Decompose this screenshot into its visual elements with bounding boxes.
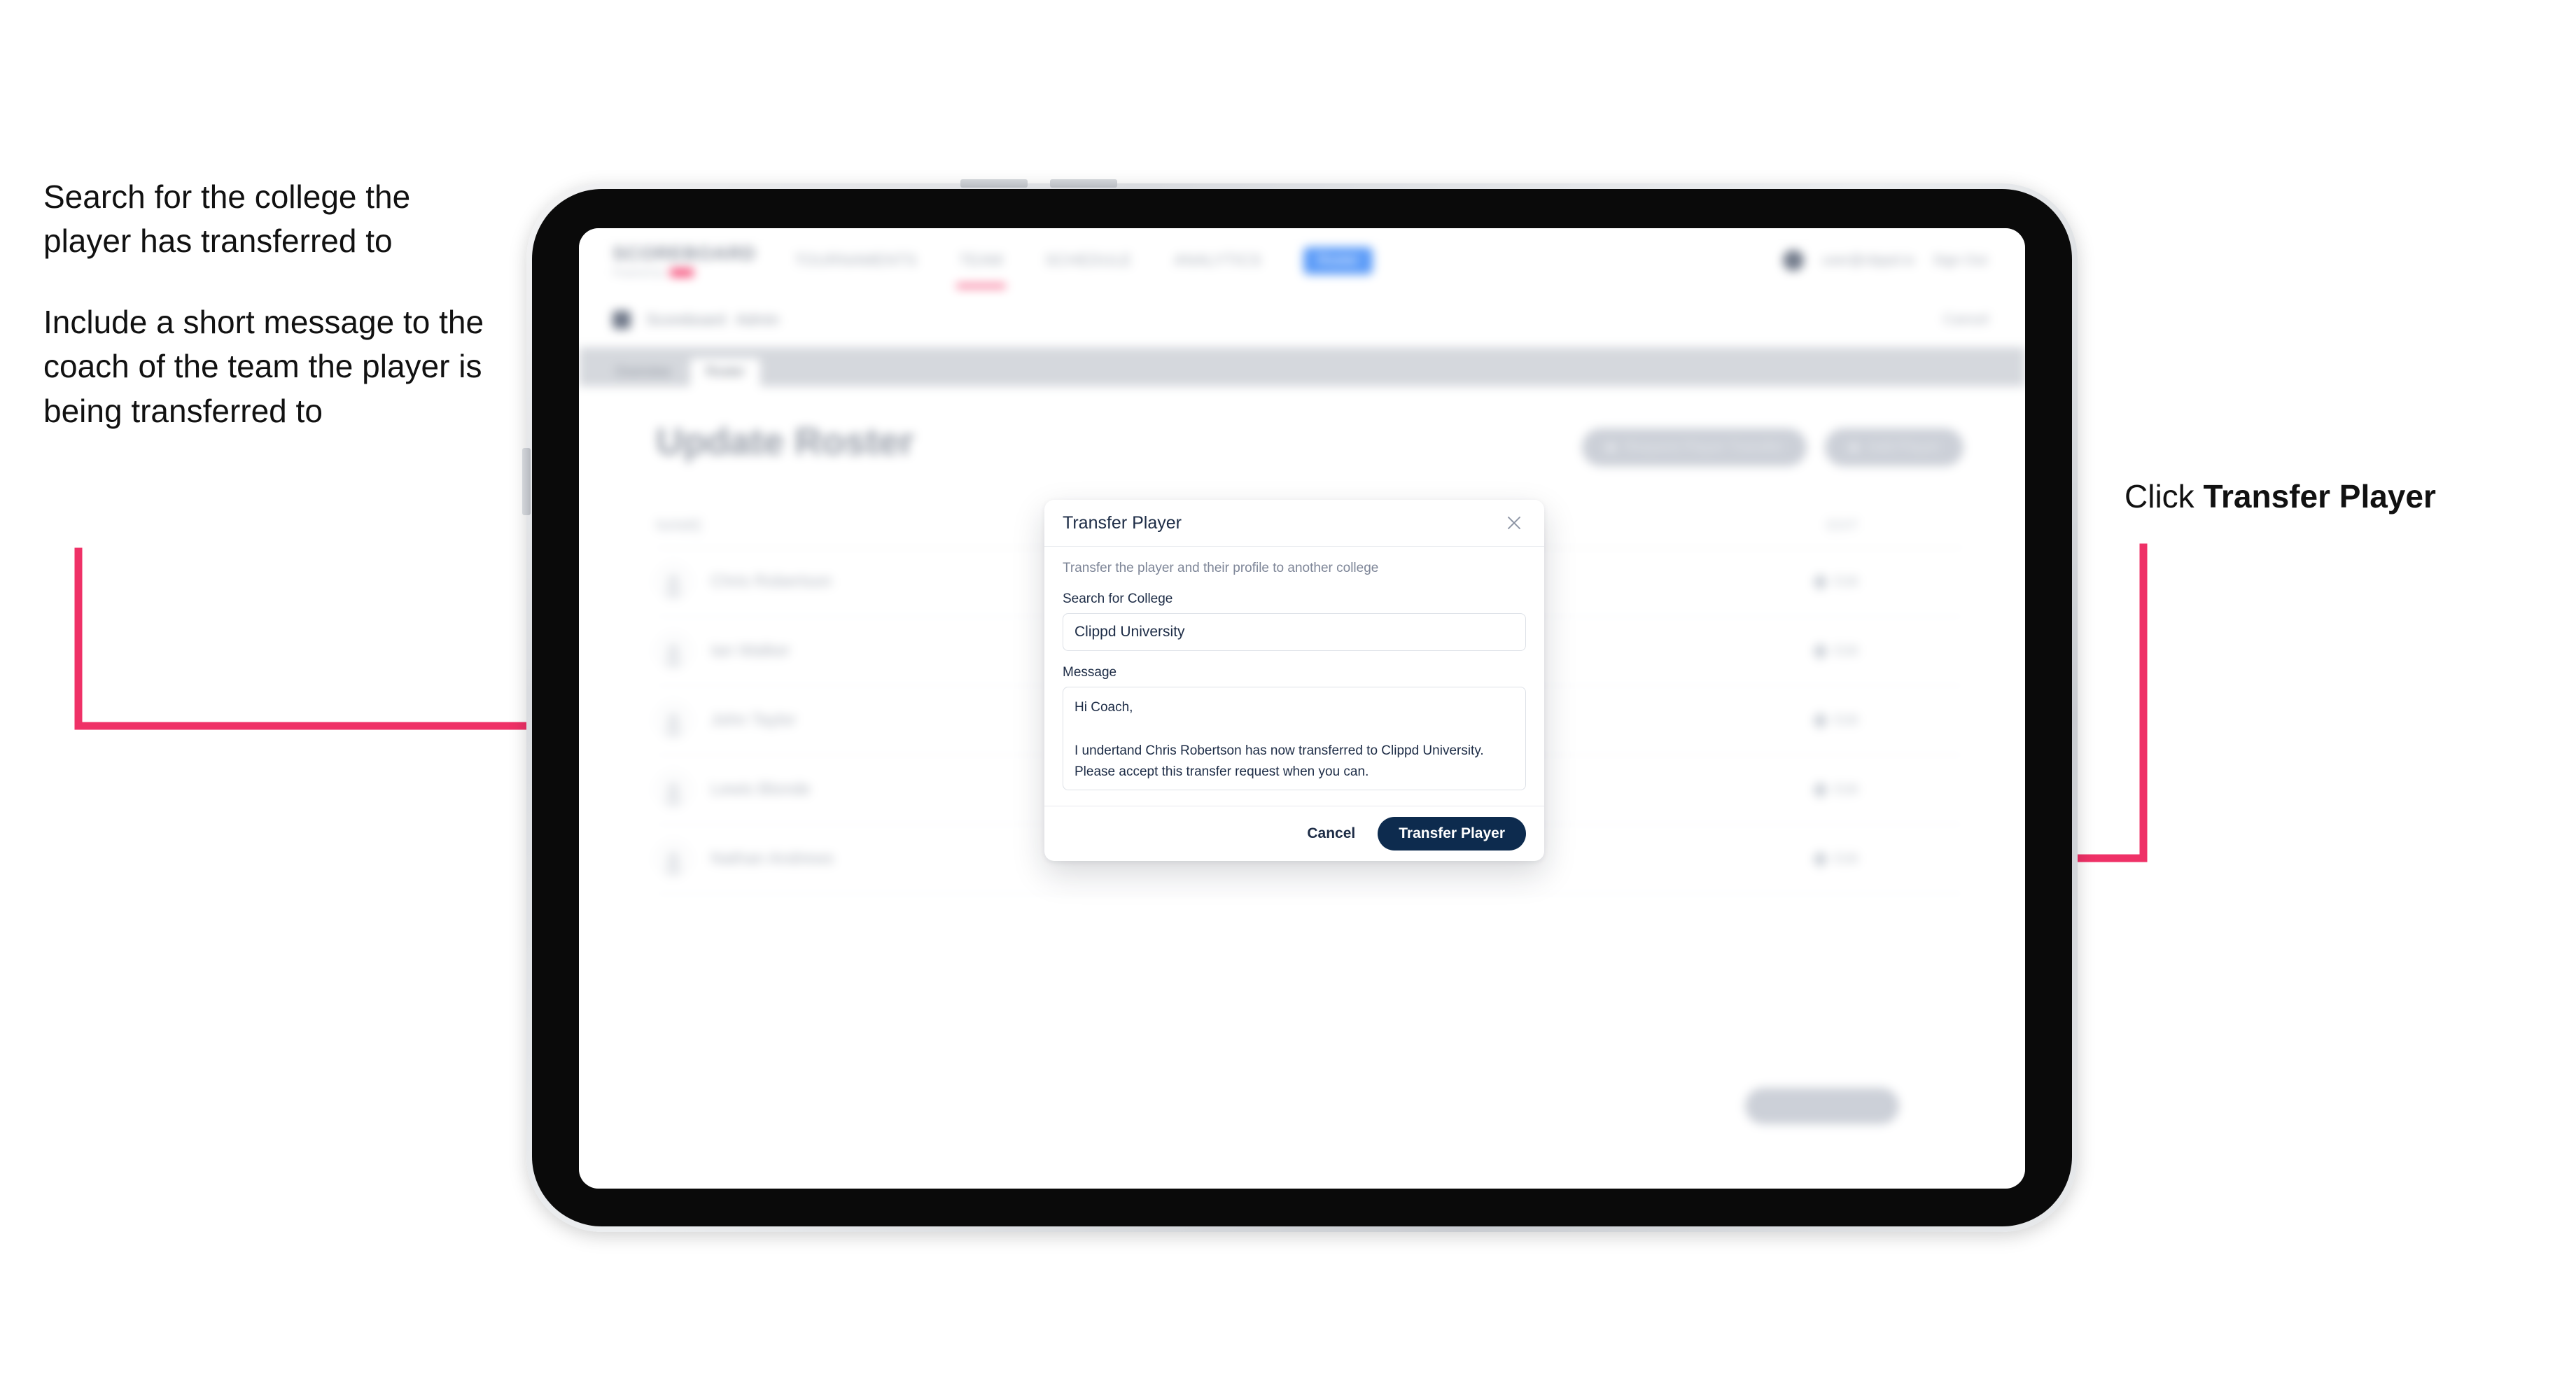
player-name: Chris Robertson [710,572,832,591]
request-player-transfer-button[interactable]: Request Player Transfer [1581,428,1807,466]
cancel-button[interactable]: Cancel [1303,825,1359,843]
left-annotation-line-1: Search for the college the player has tr… [43,178,411,260]
player-avatar-icon [656,841,691,876]
left-annotation: Search for the college the player has tr… [43,175,491,433]
message-textarea[interactable]: Hi Coach, I undertand Chris Robertson ha… [1063,687,1526,790]
app-nav-right: user@clippd.io Sign Out [1782,250,1987,271]
edit-label: Edit [1834,643,1858,659]
roster-header-name: NAME [656,517,704,534]
app-nav-links: TOURNAMENTS TEAM SCHEDULE ANALYTICS Rost… [794,246,1373,288]
edit-label: Edit [1834,781,1858,797]
college-field-label: Search for College [1063,592,1173,606]
right-annotation-bold: Transfer Player [2203,478,2436,514]
player-avatar-icon [656,703,691,738]
brand-subtitle-text: Powered by [612,267,664,278]
save-roster-changes-button[interactable] [1745,1088,1899,1124]
add-player-label: Add Player [1868,439,1940,455]
edit-label: Edit [1834,712,1858,728]
player-name: John Taylor [710,710,797,729]
request-player-transfer-label: Request Player Transfer [1624,439,1784,455]
breadcrumb-icon [612,311,631,329]
modal-header: Transfer Player [1044,500,1544,547]
nav-link-analytics[interactable]: ANALYTICS [1174,251,1261,270]
left-annotation-line-2: Include a short message to the coach of … [43,303,484,429]
edit-player-button[interactable]: Edit [1812,711,1858,729]
player-avatar-icon [656,564,691,599]
add-player-button[interactable]: Add Player [1825,428,1963,466]
tab-overview[interactable]: Overview [600,358,686,386]
nav-link-tournaments[interactable]: TOURNAMENTS [794,251,917,270]
volume-down-button[interactable] [1050,179,1117,188]
modal-description: Transfer the player and their profile to… [1063,561,1379,575]
player-avatar-icon [656,772,691,807]
avatar[interactable] [1782,250,1804,271]
edit-player-button[interactable]: Edit [1812,850,1858,868]
right-annotation: Click Transfer Player [2124,476,2436,518]
edit-label: Edit [1834,573,1858,589]
breadcrumb-title[interactable]: Scoreboard [646,311,726,329]
modal-footer: Cancel Transfer Player [1044,806,1544,861]
player-name: Ian Walker [710,641,790,660]
pencil-icon [1812,711,1828,729]
app-tab-strip: Overview Roster [579,347,2025,386]
plus-icon [1849,442,1860,453]
sign-out-link[interactable]: Sign Out [1933,253,1987,269]
player-avatar-icon [656,634,691,668]
pencil-icon [1812,780,1828,799]
right-annotation-prefix: Click [2124,478,2204,514]
close-icon[interactable] [1502,511,1526,535]
modal-title: Transfer Player [1063,512,1182,533]
brand-accent-mark [669,268,694,276]
nav-user-email: user@clippd.io [1821,252,1915,268]
nav-link-schedule[interactable]: SCHEDULE [1045,251,1132,270]
app-navbar: SCOREBOARD Powered by TOURNAMENTS TEAM S… [579,228,2025,293]
roster-header-edit: EDIT [1826,517,1858,533]
modal-body: Transfer the player and their profile to… [1044,547,1544,806]
brand-name: SCOREBOARD [612,243,757,264]
brand-subtitle: Powered by [612,267,752,278]
page-actions: Request Player Transfer Add Player [1581,428,1963,466]
edit-label: Edit [1834,850,1858,867]
transfer-player-modal: Transfer Player Transfer the player and … [1044,500,1544,861]
pencil-icon [1812,642,1828,660]
edit-player-button[interactable]: Edit [1812,780,1858,799]
power-button[interactable] [522,448,531,515]
message-field-label: Message [1063,665,1117,680]
breadcrumb-sub: Admin [735,311,780,328]
volume-up-button[interactable] [960,179,1028,188]
nav-link-team[interactable]: TEAM [955,251,1007,288]
transfer-icon [1605,442,1616,453]
transfer-player-button[interactable]: Transfer Player [1378,817,1526,850]
player-name: Lewis Blonde [710,780,811,799]
player-name: Nathan Andrews [710,849,834,868]
edit-player-button[interactable]: Edit [1812,573,1858,591]
pencil-icon [1812,573,1828,591]
nav-pill-roster[interactable]: Roster [1303,246,1373,274]
page-title: Update Roster [656,421,915,463]
app-logo[interactable]: SCOREBOARD Powered by [612,243,757,278]
edit-player-button[interactable]: Edit [1812,642,1858,660]
tab-roster[interactable]: Roster [690,358,761,386]
search-college-input[interactable] [1063,613,1526,651]
pencil-icon [1812,850,1828,868]
breadcrumb-cancel[interactable]: Cancel [1943,312,1989,328]
breadcrumb: Scoreboard Admin Cancel [579,293,2025,348]
